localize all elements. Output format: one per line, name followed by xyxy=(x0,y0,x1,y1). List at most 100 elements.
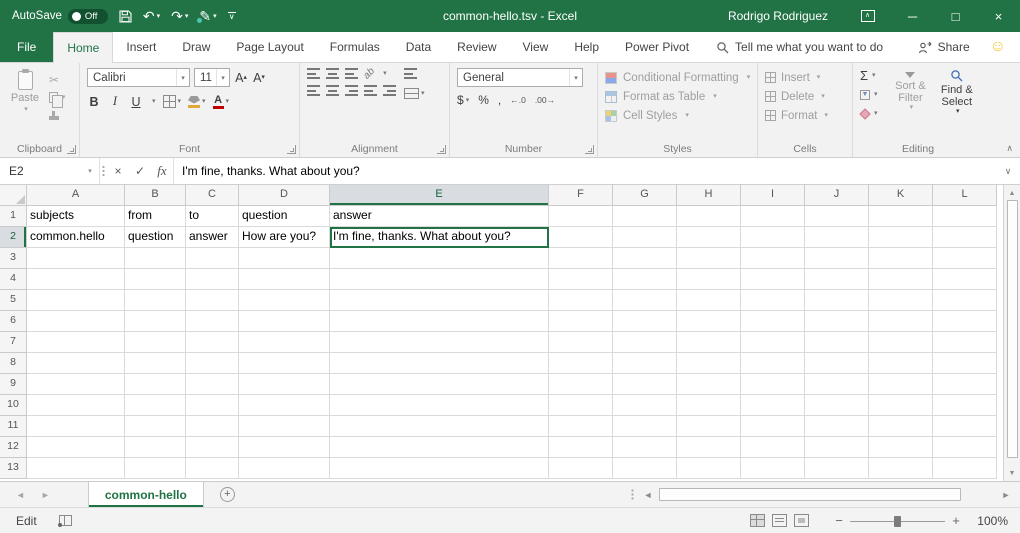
orientation-button[interactable]: ab xyxy=(362,66,377,81)
vertical-scroll-thumb[interactable] xyxy=(1007,200,1018,458)
column-header-E[interactable]: E xyxy=(330,185,549,206)
cell-L8[interactable] xyxy=(933,353,997,374)
cell-B11[interactable] xyxy=(125,416,186,437)
previous-sheet-button[interactable]: ◄ xyxy=(16,490,25,500)
cell-E1[interactable]: answer xyxy=(330,206,549,227)
find-select-button[interactable]: Find & Select ▾ xyxy=(936,68,978,121)
redo-dropdown-arrow[interactable]: ▾ xyxy=(185,13,189,20)
cell-G5[interactable] xyxy=(613,290,677,311)
paste-button[interactable]: Paste ▾ xyxy=(7,68,43,122)
cell-C4[interactable] xyxy=(186,269,239,290)
merge-dropdown-arrow[interactable]: ▾ xyxy=(421,90,425,97)
tab-review[interactable]: Review xyxy=(444,32,509,62)
cell-C12[interactable] xyxy=(186,437,239,458)
cell-J1[interactable] xyxy=(805,206,869,227)
insert-cells-button[interactable]: Insert ▾ xyxy=(765,68,847,87)
cell-E3[interactable] xyxy=(330,248,549,269)
cell-F5[interactable] xyxy=(549,290,613,311)
cell-K8[interactable] xyxy=(869,353,933,374)
cell-B4[interactable] xyxy=(125,269,186,290)
cell-E9[interactable] xyxy=(330,374,549,395)
row-header-11[interactable]: 11 xyxy=(0,416,27,437)
cell-F3[interactable] xyxy=(549,248,613,269)
cell-D7[interactable] xyxy=(239,332,330,353)
cell-B8[interactable] xyxy=(125,353,186,374)
row-header-2[interactable]: 2 xyxy=(0,227,27,248)
pen-dropdown-arrow[interactable]: ▾ xyxy=(213,13,217,20)
tab-power-pivot[interactable]: Power Pivot xyxy=(612,32,702,62)
increase-decimal-button[interactable]: ←.0 xyxy=(510,95,526,105)
cell-G8[interactable] xyxy=(613,353,677,374)
cell-E13[interactable] xyxy=(330,458,549,479)
cell-G11[interactable] xyxy=(613,416,677,437)
cell-I8[interactable] xyxy=(741,353,805,374)
format-as-table-dropdown-arrow[interactable]: ▾ xyxy=(713,93,717,100)
chevron-down-icon[interactable]: ▾ xyxy=(176,69,189,86)
zoom-slider-thumb[interactable] xyxy=(894,516,901,527)
column-header-G[interactable]: G xyxy=(613,185,677,206)
cell-B2[interactable]: question xyxy=(125,227,186,248)
cell-J4[interactable] xyxy=(805,269,869,290)
row-header-4[interactable]: 4 xyxy=(0,269,27,290)
cell-A12[interactable] xyxy=(27,437,125,458)
fill-color-dropdown-arrow[interactable]: ▾ xyxy=(202,98,206,105)
cell-D1[interactable]: question xyxy=(239,206,330,227)
row-header-6[interactable]: 6 xyxy=(0,311,27,332)
cell-B7[interactable] xyxy=(125,332,186,353)
cell-D10[interactable] xyxy=(239,395,330,416)
font-size-select[interactable]: 11 ▾ xyxy=(194,68,230,87)
borders-dropdown-arrow[interactable]: ▾ xyxy=(178,98,182,105)
cell-F6[interactable] xyxy=(549,311,613,332)
cell-H6[interactable] xyxy=(677,311,741,332)
cell-H5[interactable] xyxy=(677,290,741,311)
tab-file[interactable]: File xyxy=(0,32,53,62)
cell-G1[interactable] xyxy=(613,206,677,227)
cell-J13[interactable] xyxy=(805,458,869,479)
cell-E10[interactable] xyxy=(330,395,549,416)
cell-L5[interactable] xyxy=(933,290,997,311)
align-right-button[interactable] xyxy=(345,85,358,96)
decrease-decimal-button[interactable]: .00→ xyxy=(535,95,555,105)
cell-L11[interactable] xyxy=(933,416,997,437)
insert-function-button[interactable]: fx xyxy=(151,158,173,184)
format-dropdown-arrow[interactable]: ▾ xyxy=(824,112,828,119)
cell-C9[interactable] xyxy=(186,374,239,395)
redo-button[interactable]: ↷ ▾ xyxy=(171,9,188,23)
zoom-out-button[interactable]: − xyxy=(831,513,847,528)
cell-I11[interactable] xyxy=(741,416,805,437)
cell-J10[interactable] xyxy=(805,395,869,416)
cell-F9[interactable] xyxy=(549,374,613,395)
cell-H12[interactable] xyxy=(677,437,741,458)
comma-style-button[interactable]: , xyxy=(498,93,501,107)
cell-B1[interactable]: from xyxy=(125,206,186,227)
chevron-down-icon[interactable]: ▾ xyxy=(216,69,229,86)
delete-cells-button[interactable]: Delete ▾ xyxy=(765,87,847,106)
format-as-table-button[interactable]: Format as Table ▾ xyxy=(605,87,752,106)
feedback-smiley-icon[interactable]: ☺ xyxy=(978,32,1020,62)
underline-dropdown-arrow[interactable]: ▾ xyxy=(152,98,156,105)
cut-button[interactable]: ✂ xyxy=(49,73,66,86)
cell-J9[interactable] xyxy=(805,374,869,395)
cell-E5[interactable] xyxy=(330,290,549,311)
cell-C13[interactable] xyxy=(186,458,239,479)
macro-record-button[interactable] xyxy=(59,515,72,526)
tab-scrollbar-splitter[interactable] xyxy=(624,488,640,501)
cell-B12[interactable] xyxy=(125,437,186,458)
cell-K1[interactable] xyxy=(869,206,933,227)
merge-center-button[interactable]: ▾ xyxy=(404,85,425,102)
cell-B6[interactable] xyxy=(125,311,186,332)
align-left-button[interactable] xyxy=(307,85,320,96)
cell-H2[interactable] xyxy=(677,227,741,248)
cell-H13[interactable] xyxy=(677,458,741,479)
column-header-C[interactable]: C xyxy=(186,185,239,206)
cell-L3[interactable] xyxy=(933,248,997,269)
user-name[interactable]: Rodrigo Rodriguez xyxy=(728,9,828,23)
cell-L6[interactable] xyxy=(933,311,997,332)
format-cells-button[interactable]: Format ▾ xyxy=(765,106,847,125)
top-align-button[interactable] xyxy=(307,68,320,79)
new-sheet-button[interactable]: + xyxy=(220,482,235,507)
column-header-F[interactable]: F xyxy=(549,185,613,206)
find-select-dropdown-arrow[interactable]: ▾ xyxy=(956,108,960,115)
cell-K4[interactable] xyxy=(869,269,933,290)
cell-G2[interactable] xyxy=(613,227,677,248)
